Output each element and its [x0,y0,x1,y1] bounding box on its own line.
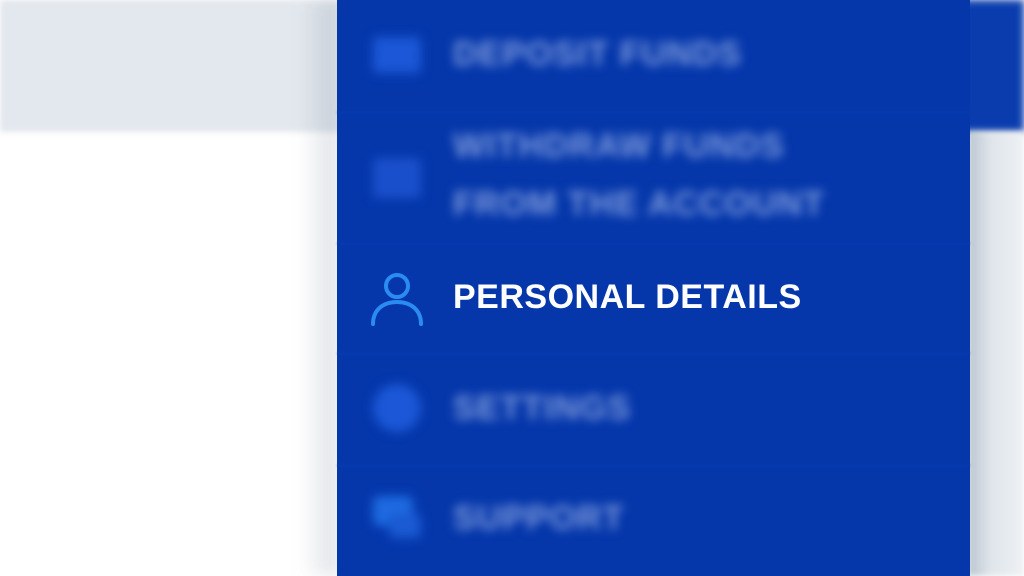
deposit-icon [367,25,427,85]
withdraw-icon [367,148,427,208]
content-edge [968,132,1024,576]
menu-item-withdraw-funds[interactable]: WITHDRAW FUNDS FROM THE ACCOUNT [337,114,970,242]
user-icon [367,268,427,328]
account-menu: DEPOSIT FUNDS WITHDRAW FUNDS FROM THE AC… [337,0,970,576]
menu-divider [337,112,970,113]
menu-item-label: SUPPORT [453,499,625,537]
menu-item-label-line1: WITHDRAW FUNDS [453,127,785,165]
menu-item-label: SETTINGS [453,389,632,427]
menu-shadow [300,0,340,576]
menu-item-personal-details[interactable]: PERSONAL DETAILS [337,244,970,352]
menu-item-settings[interactable]: SETTINGS [337,354,970,464]
menu-item-label: PERSONAL DETAILS [453,278,802,316]
menu-item-deposit-funds[interactable]: DEPOSIT FUNDS [337,0,970,110]
app-screen: DEPOSIT FUNDS WITHDRAW FUNDS FROM THE AC… [0,0,1024,576]
menu-item-label: DEPOSIT FUNDS [453,35,742,73]
settings-icon [367,378,427,438]
menu-item-label-line2: FROM THE ACCOUNT [453,185,825,223]
chat-icon [367,488,427,548]
menu-item-support[interactable]: SUPPORT [337,466,970,576]
